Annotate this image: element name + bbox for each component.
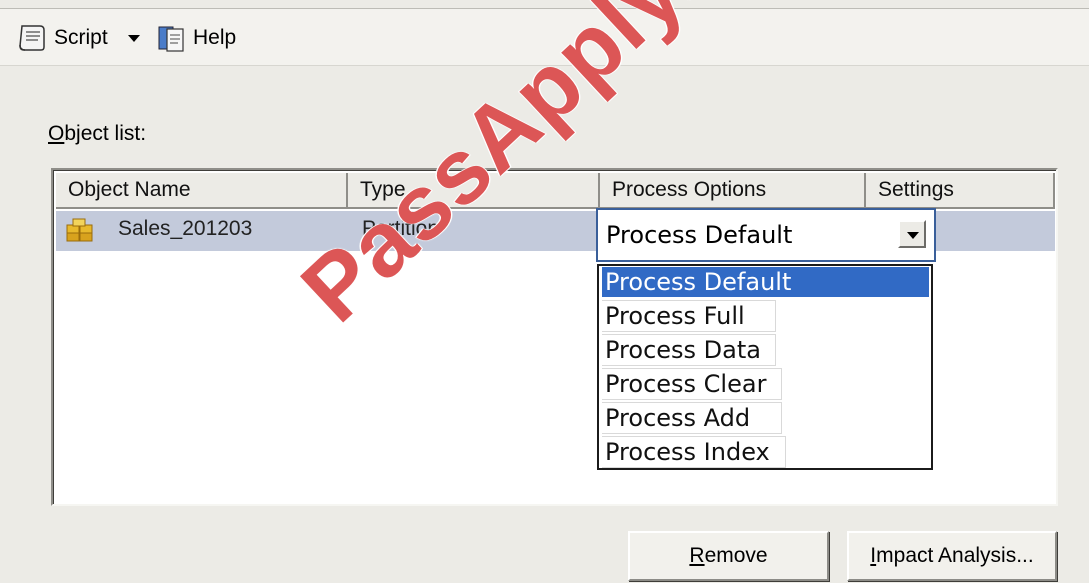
object-list-label: Object list: — [48, 122, 146, 146]
object-list-label-accesskey: O — [48, 122, 65, 145]
option-process-default[interactable]: Process Default — [602, 267, 929, 297]
script-label: Script — [54, 26, 108, 49]
column-header-object-name[interactable]: Object Name — [56, 173, 348, 209]
process-options-selected-value: Process Default — [606, 221, 793, 249]
process-options-combobox[interactable]: Process Default — [596, 208, 936, 262]
cell-type: Partition — [362, 217, 440, 240]
option-process-index[interactable]: Process Index — [602, 436, 786, 468]
remove-button[interactable]: Remove — [628, 531, 829, 581]
column-header-type[interactable]: Type — [348, 173, 600, 209]
script-icon — [19, 25, 45, 51]
help-label: Help — [193, 26, 237, 49]
remove-label: emove — [704, 544, 768, 567]
option-process-add[interactable]: Process Add — [602, 402, 782, 434]
remove-accesskey: R — [689, 544, 705, 567]
impact-analysis-label: mpact Analysis... — [876, 544, 1034, 567]
column-header-settings[interactable]: Settings — [866, 173, 1055, 209]
chevron-down-icon[interactable] — [898, 220, 926, 248]
script-button[interactable]: Script — [16, 23, 108, 53]
object-list-label-text: bject list: — [64, 122, 147, 145]
help-button[interactable]: Help — [155, 23, 236, 53]
help-icon — [158, 26, 184, 52]
impact-analysis-button[interactable]: Impact Analysis... — [847, 531, 1057, 581]
column-header-process-options[interactable]: Process Options — [600, 173, 866, 209]
toolbar: Script Help — [0, 9, 1089, 66]
option-process-data[interactable]: Process Data — [602, 334, 776, 366]
option-process-full[interactable]: Process Full — [602, 300, 776, 332]
script-dropdown-arrow-icon[interactable] — [128, 35, 140, 42]
window-top-edge — [0, 0, 1089, 9]
option-process-clear[interactable]: Process Clear — [602, 368, 782, 400]
process-options-dropdown-list[interactable]: Process Default Process Full Process Dat… — [597, 264, 933, 470]
cell-object-name: Sales_201203 — [118, 217, 253, 240]
partition-icon — [66, 218, 93, 242]
